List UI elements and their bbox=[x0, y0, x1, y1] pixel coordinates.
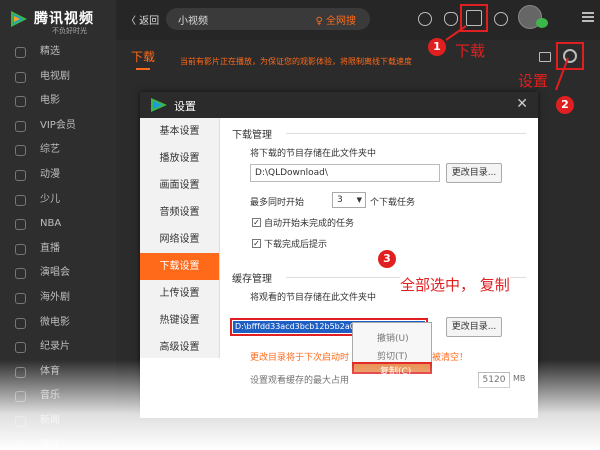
settings-tabs: 基本设置 播放设置 画面设置 音频设置 网络设置 下载设置 上传设置 热键设置 … bbox=[140, 118, 220, 358]
cache-change-dir-button[interactable]: 更改目录... bbox=[446, 317, 502, 337]
cache-quota-unit: MB bbox=[513, 374, 526, 383]
step-2-label: 设置 bbox=[518, 72, 549, 90]
chevron-down-icon: ▼ bbox=[356, 196, 362, 204]
cache-save-label: 将观看的节目存储在此文件夹中 bbox=[250, 293, 377, 303]
tab-upload[interactable]: 上传设置 bbox=[140, 280, 219, 307]
context-undo[interactable]: 撤销(U) bbox=[377, 331, 409, 344]
settings-dialog: 设置 ✕ 基本设置 播放设置 画面设置 音频设置 网络设置 下载设置 上传设置 … bbox=[140, 92, 538, 418]
section-divider bbox=[286, 133, 526, 134]
tab-playback[interactable]: 播放设置 bbox=[140, 145, 219, 172]
arrow-to-settings bbox=[555, 57, 569, 91]
step-3-badge: 3 bbox=[378, 250, 396, 268]
tab-advanced[interactable]: 高级设置 bbox=[140, 334, 219, 361]
dialog-title: 设置 bbox=[174, 100, 196, 113]
tab-network[interactable]: 网络设置 bbox=[140, 226, 219, 253]
concurrent-suffix-label: 个下载任务 bbox=[370, 198, 416, 208]
tab-download[interactable]: 下载设置 bbox=[140, 253, 219, 280]
auto-start-checkbox[interactable]: ✓ bbox=[252, 218, 261, 227]
step-3-label: 全部选中， 复制 bbox=[400, 274, 510, 295]
context-copy-label: 复制(C) bbox=[380, 367, 412, 377]
tencent-video-logo-icon bbox=[151, 98, 167, 112]
cache-warning-text: 更改目录将于下次启动时 bbox=[250, 353, 350, 363]
close-icon[interactable]: ✕ bbox=[516, 96, 528, 112]
tab-hotkey[interactable]: 热键设置 bbox=[140, 307, 219, 334]
context-cut[interactable]: 剪切(T) bbox=[377, 349, 408, 362]
notify-done-label: 下载完成后提示 bbox=[264, 240, 328, 250]
tab-basic[interactable]: 基本设置 bbox=[140, 118, 219, 145]
auto-start-label: 自动开始未完成的任务 bbox=[264, 219, 355, 229]
arrow-to-download bbox=[445, 25, 467, 41]
concurrent-count-select[interactable]: 3 ▼ bbox=[332, 192, 366, 208]
cache-quota-label: 设置观看缓存的最大占用 bbox=[250, 376, 350, 386]
download-section-title: 下载管理 bbox=[232, 130, 272, 141]
download-change-dir-button[interactable]: 更改目录... bbox=[446, 163, 502, 183]
concurrent-prefix-label: 最多同时开始 bbox=[250, 198, 305, 208]
dialog-header: 设置 ✕ bbox=[140, 92, 538, 118]
tab-picture[interactable]: 画面设置 bbox=[140, 172, 219, 199]
context-copy-item[interactable]: 复制(C) bbox=[352, 362, 432, 377]
download-path-field[interactable]: D:\QLDownload\ bbox=[250, 164, 440, 182]
step-1-badge: 1 bbox=[428, 38, 446, 56]
tab-audio[interactable]: 音频设置 bbox=[140, 199, 219, 226]
cache-quota-input[interactable]: 5120 bbox=[478, 372, 510, 388]
download-save-label: 将下载的节目存储在此文件夹中 bbox=[250, 149, 377, 159]
step-2-badge: 2 bbox=[556, 96, 574, 114]
cache-section-title: 缓存管理 bbox=[232, 274, 272, 285]
concurrent-count-value: 3 bbox=[337, 195, 343, 205]
step-1-label: 下载 bbox=[455, 42, 486, 60]
notify-done-checkbox[interactable]: ✓ bbox=[252, 239, 261, 248]
